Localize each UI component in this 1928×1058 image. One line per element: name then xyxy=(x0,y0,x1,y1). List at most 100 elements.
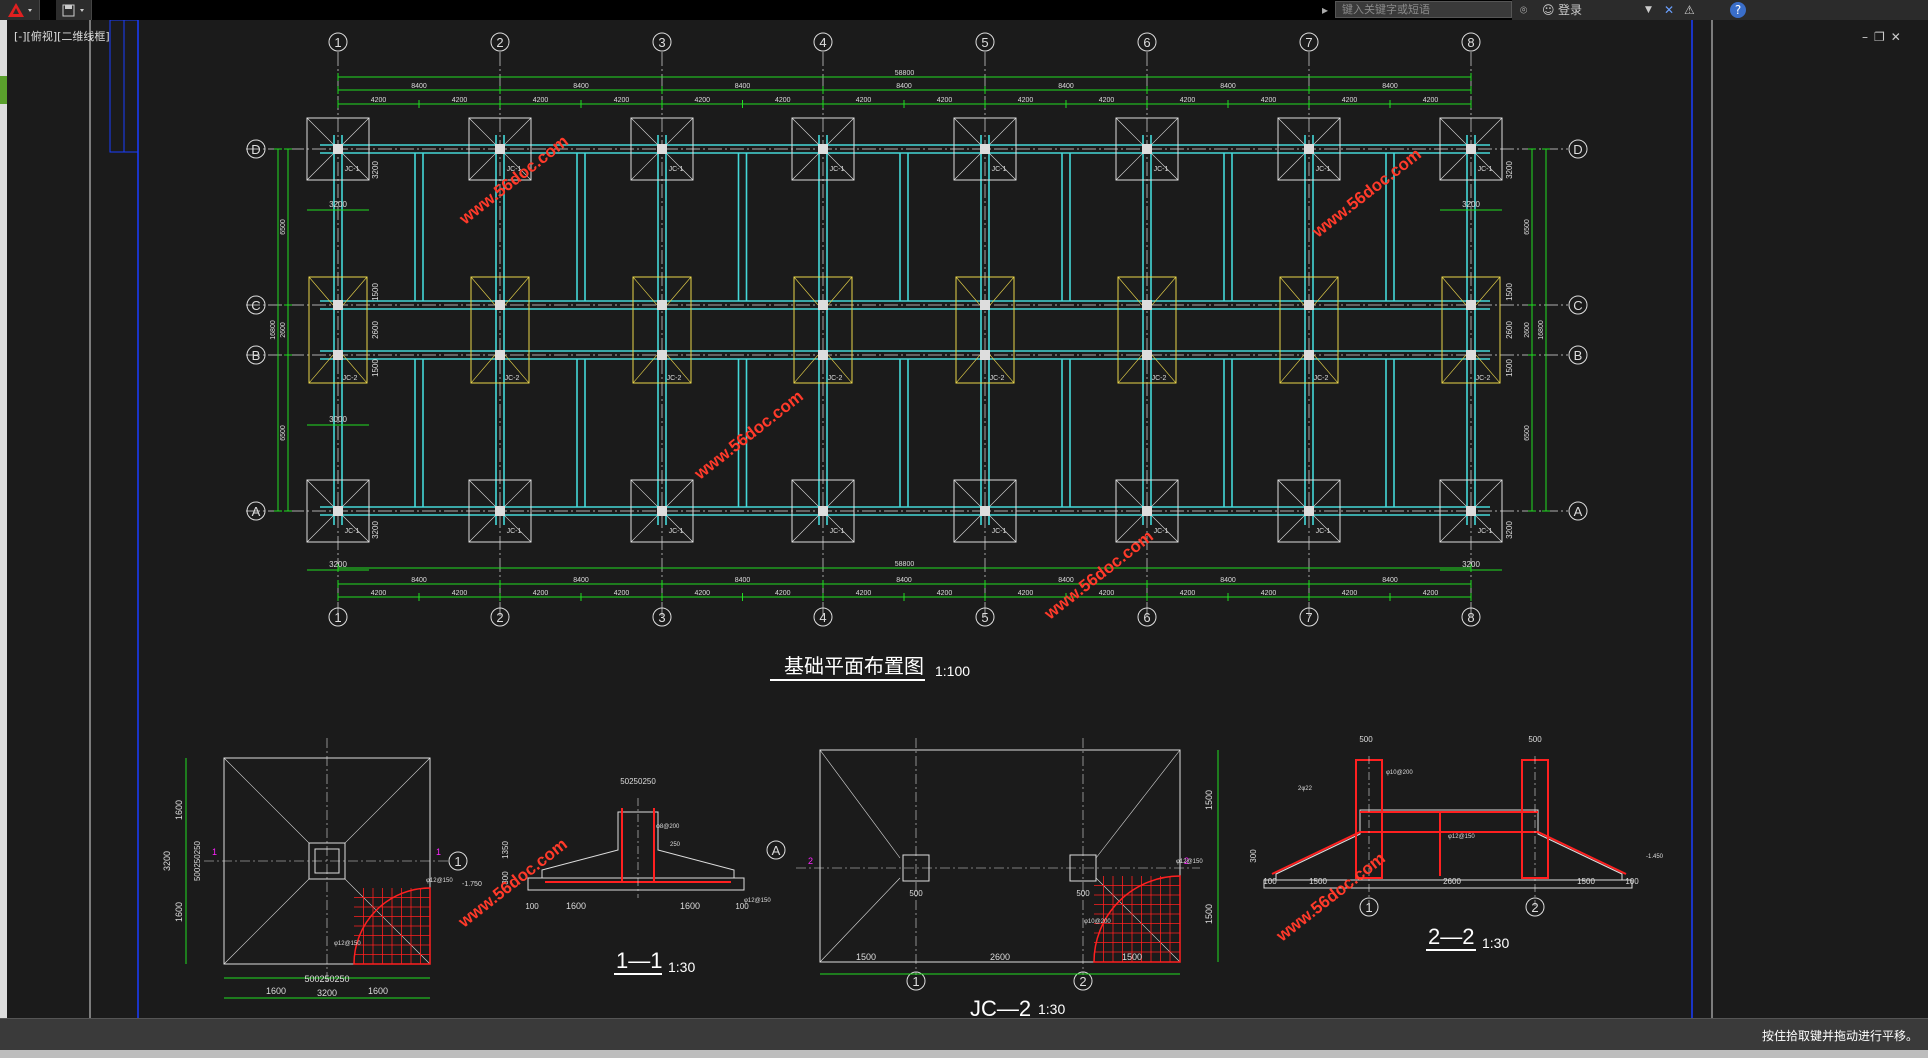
dimension-text: 4200 xyxy=(533,97,549,104)
footing-label: JC-1 xyxy=(830,166,845,173)
axis-number: 6 xyxy=(1143,610,1150,625)
dimension-text: 8400 xyxy=(573,577,589,584)
dropdown-arrow-icon[interactable]: ▼ xyxy=(1645,2,1652,18)
column xyxy=(1466,144,1476,154)
dimension-text: 1500 xyxy=(1505,283,1514,301)
dimension-text: 16800 xyxy=(270,320,277,340)
exchange-icon[interactable]: ✕ xyxy=(1664,2,1674,18)
jc2-diagonal xyxy=(819,877,901,963)
axis-letter: C xyxy=(1573,298,1582,313)
login-button[interactable]: 登录 xyxy=(1558,2,1582,18)
dimension-text: 4200 xyxy=(775,97,791,104)
dimension-text: 1500 xyxy=(1122,952,1142,962)
help-icon[interactable]: ? xyxy=(1730,2,1746,18)
dimension-text: 100 xyxy=(1263,877,1277,886)
save-icon xyxy=(62,4,84,17)
footing-label: JC-2 xyxy=(1476,375,1491,382)
column xyxy=(1142,300,1152,310)
dimension-text: 4200 xyxy=(775,590,791,597)
section-2-scale: 1:30 xyxy=(1482,935,1509,951)
dimension-text: 4200 xyxy=(1342,590,1358,597)
dimension-text: 50250250 xyxy=(620,777,656,786)
dimension-text: 500 xyxy=(1076,889,1090,898)
axis-letter: A xyxy=(772,843,781,858)
foundation-plan: 1 1 2 2 3 3 4 4 5 5 6 6 7 7 8 8 D D C C B B A A JC-1 JC-1 JC-2 JC-1… xyxy=(246,32,1588,627)
axis-number: 7 xyxy=(1305,610,1312,625)
section-2-title: 2—2 xyxy=(1428,924,1474,949)
dimension-text: 3200 xyxy=(1462,200,1480,209)
rebar-label: φ12@150 xyxy=(426,878,453,884)
footing-label: JC-1 xyxy=(345,528,360,535)
footing-label: JC-1 xyxy=(830,528,845,535)
dimension-text: 1600 xyxy=(680,901,700,911)
section-mark: 1 xyxy=(436,847,441,857)
column xyxy=(333,300,343,310)
drawing-canvas[interactable]: 1 1 2 2 3 3 4 4 5 5 6 6 7 7 8 8 D D C C B B A A JC-1 JC-1 JC-2 JC-1… xyxy=(0,20,1928,1018)
quick-access-save-button[interactable] xyxy=(56,0,92,20)
status-bar: 按住拾取键并拖动进行平移。 xyxy=(0,1018,1928,1051)
dimension-text: 8400 xyxy=(1220,83,1236,90)
dimension-text: 4200 xyxy=(1261,590,1277,597)
dimension-text: 500250250 xyxy=(193,840,202,881)
dimension-text: 300 xyxy=(1249,849,1258,863)
column xyxy=(495,300,505,310)
dimension-text: 4200 xyxy=(1099,590,1115,597)
dimension-text: 4200 xyxy=(1261,97,1277,104)
column xyxy=(980,144,990,154)
dimension-text: 4200 xyxy=(1342,97,1358,104)
axis-letter: D xyxy=(1573,142,1582,157)
footing-label: JC-2 xyxy=(343,375,358,382)
dimension-text: 6500 xyxy=(1524,219,1531,235)
footing-label: JC-2 xyxy=(1314,375,1329,382)
axis-number: 1 xyxy=(1365,900,1372,915)
column xyxy=(818,350,828,360)
axis-number: 4 xyxy=(819,35,826,50)
rebar-label: φ12@150 xyxy=(334,941,361,947)
column xyxy=(657,350,667,360)
search-arrow-icon[interactable]: ▸ xyxy=(1322,2,1328,18)
dimension-text: 4200 xyxy=(614,590,630,597)
a360-icon[interactable]: ⚠ xyxy=(1684,2,1695,18)
search-input[interactable]: 键入关键字或短语 xyxy=(1335,1,1512,18)
taskbar-edge xyxy=(0,1050,1928,1058)
column xyxy=(1142,144,1152,154)
dimension-text: 500250250 xyxy=(304,974,349,984)
dimension-text: 8400 xyxy=(1382,577,1398,584)
dimension-text: 4200 xyxy=(452,97,468,104)
axis-number: 5 xyxy=(981,610,988,625)
column xyxy=(1304,144,1314,154)
dimension-text: 16800 xyxy=(1538,320,1545,340)
section-1-title-group: 1—1 1:30 xyxy=(614,948,695,975)
axis-number: 1 xyxy=(454,854,461,869)
autocad-logo-icon xyxy=(7,3,32,17)
axis-number: 1 xyxy=(912,974,919,989)
axis-number: 8 xyxy=(1467,35,1474,50)
dimension-text: 58800 xyxy=(895,70,915,77)
binoculars-icon[interactable]: ⌾ xyxy=(1520,2,1527,18)
axis-letter: C xyxy=(251,298,260,313)
column xyxy=(818,144,828,154)
footing-label: JC-1 xyxy=(992,166,1007,173)
column xyxy=(657,300,667,310)
dimension-text: 1600 xyxy=(174,800,184,820)
dimension-text: 3200 xyxy=(1462,560,1480,569)
app-menu-button[interactable] xyxy=(0,0,40,20)
axis-letter: A xyxy=(252,504,261,519)
dimension-text: 2600 xyxy=(1443,877,1461,886)
section-cushion xyxy=(527,877,745,891)
column xyxy=(1466,506,1476,516)
axis-number: 3 xyxy=(658,35,665,50)
jc2-title: JC—2 xyxy=(970,996,1031,1018)
user-icon[interactable]: ☺ xyxy=(1542,2,1555,18)
foundation-details: 1111600 16003200500250250160016003200 5002… xyxy=(162,735,1664,999)
rebar-label: 2φ22 xyxy=(1298,786,1313,792)
section-mark: 2 xyxy=(808,856,813,866)
dimension-text: 4200 xyxy=(937,590,953,597)
footing-label: JC-2 xyxy=(1152,375,1167,382)
elevation-text: -1.450 xyxy=(1646,854,1664,860)
dimension-text: 3200 xyxy=(1505,521,1514,539)
column xyxy=(1304,300,1314,310)
dimension-text: 4200 xyxy=(1423,97,1439,104)
dimension-text: 6500 xyxy=(1524,425,1531,441)
dimension-text: 8400 xyxy=(1058,83,1074,90)
